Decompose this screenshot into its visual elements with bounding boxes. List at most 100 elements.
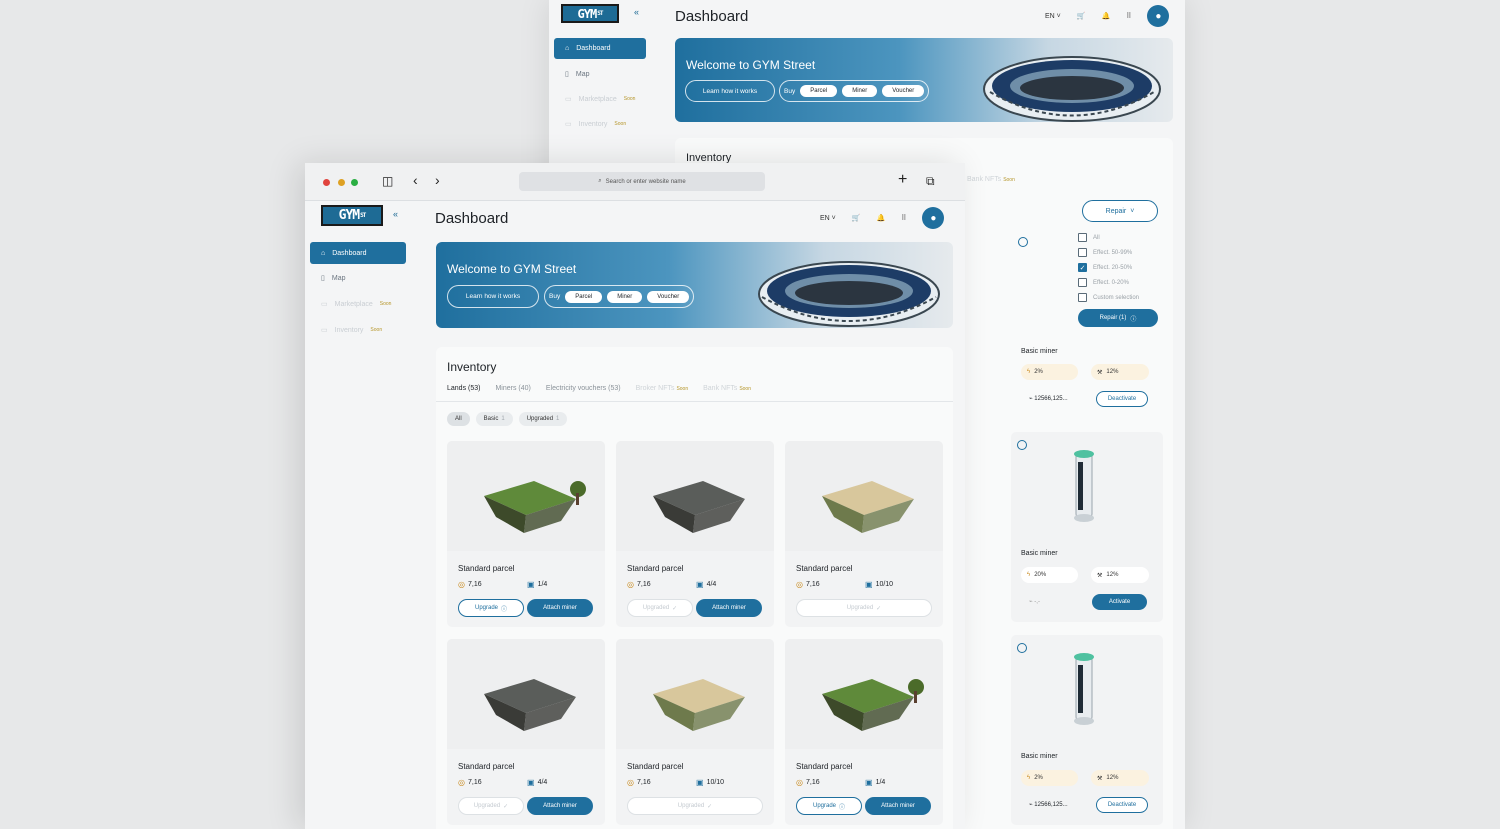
efficiency-value: 12% <box>1106 572 1119 578</box>
language-select[interactable]: EN ˅ <box>1045 13 1061 20</box>
cart-icon[interactable]: 🛒 <box>852 214 861 222</box>
upgrade-button[interactable]: Upgrade ⓘ <box>458 599 524 617</box>
minimize-window-button[interactable] <box>338 179 345 186</box>
upgrade-button[interactable]: Upgrade ⓘ <box>796 797 862 815</box>
location-pin-icon: ◎ <box>458 778 465 787</box>
gym-street-logo[interactable]: GYM ST <box>321 205 383 226</box>
activate-button[interactable]: Activate <box>1092 594 1147 610</box>
parcel-slots-text: 4/4 <box>706 581 717 588</box>
back-arrow-icon[interactable]: ‹ <box>413 172 418 188</box>
miner-name: Basic miner <box>1021 348 1058 355</box>
bell-icon[interactable]: 🔔 <box>1102 12 1111 20</box>
parcel-name: Standard parcel <box>796 762 853 771</box>
cart-icon[interactable]: 🛒 <box>1077 12 1086 20</box>
attach-miner-button[interactable]: Attach miner <box>696 599 762 617</box>
building-icon: ▣ <box>696 580 704 589</box>
learn-how-button[interactable]: Learn how it works <box>685 80 775 102</box>
hashrate: ⌁ 12566,125... <box>1029 801 1068 808</box>
tab-label: Bank NFTs <box>967 176 1002 183</box>
sidebar-item-label: Marketplace <box>578 95 617 103</box>
buy-voucher-button[interactable]: Voucher <box>882 85 925 97</box>
avatar[interactable]: ● <box>1147 5 1170 27</box>
address-bar[interactable]: ⌕ Search or enter website name <box>519 172 765 191</box>
soon-badge: Soon <box>623 96 636 102</box>
check-icon: ✓ <box>876 605 882 612</box>
buy-miner-button[interactable]: Miner <box>842 85 878 97</box>
avatar[interactable]: ● <box>922 207 945 229</box>
address-placeholder: Search or enter website name <box>605 178 686 185</box>
chip-label: Basic <box>483 416 499 422</box>
chevrons-left-icon[interactable]: « <box>393 209 398 219</box>
sidebar-item-dashboard[interactable]: ⌂ Dashboard <box>554 38 646 59</box>
attach-miner-button[interactable]: Attach miner <box>527 797 593 815</box>
info-icon: ⓘ <box>839 804 846 811</box>
maximize-window-button[interactable] <box>351 179 358 186</box>
power-value: 20% <box>1034 572 1047 578</box>
buy-group: Buy Parcel Miner Voucher <box>544 285 695 308</box>
power-value: 2% <box>1034 775 1043 781</box>
sidebar-toggle-icon[interactable]: ◫ <box>382 174 393 188</box>
sidebar-item-marketplace: ▭ Marketplace Soon <box>554 89 646 109</box>
parcel-card: Standard parcel ◎ 7,16 ▣ 4/4 Upgraded ✓ Attach … <box>616 441 774 627</box>
buy-parcel-button[interactable]: Parcel <box>800 85 838 97</box>
chip-upgraded[interactable]: Upgraded 1 <box>518 412 568 426</box>
forward-arrow-icon[interactable]: › <box>435 172 440 188</box>
parcel-filter-chips: All Basic 1 Upgraded 1 <box>447 412 568 426</box>
stadium-illustration <box>758 261 940 327</box>
map-icon: ▯ <box>565 71 569 78</box>
select-radio[interactable] <box>1017 643 1027 653</box>
sidebar-item-inventory: ▭ Inventory Soon <box>310 320 406 340</box>
new-tab-icon[interactable]: + <box>898 171 907 189</box>
inventory-panel: Inventory Lands (53) Miners (40) Electri… <box>436 347 953 829</box>
wrench-icon: ⚒ <box>1097 369 1103 376</box>
chip-basic[interactable]: Basic 1 <box>475 412 513 426</box>
gym-street-logo[interactable]: GYM ST <box>561 4 619 23</box>
tab-electricity-vouchers[interactable]: Electricity vouchers (53) <box>546 385 621 392</box>
select-radio[interactable] <box>1018 237 1028 247</box>
welcome-banner: Welcome to GYM Street Learn how it works… <box>436 242 953 328</box>
sidebar-item-label: Inventory <box>578 120 608 128</box>
select-radio[interactable] <box>1017 440 1027 450</box>
soon-badge: Soon <box>370 327 383 333</box>
attach-miner-button[interactable]: Attach miner <box>865 797 931 815</box>
lightning-icon: ϟ <box>1027 775 1031 781</box>
chip-count: 1 <box>556 416 560 422</box>
banner-title: Welcome to GYM Street <box>686 58 816 72</box>
sidebar-item-map[interactable]: ▯ Map <box>554 64 646 84</box>
parcel-value-text: 7,16 <box>805 581 820 588</box>
apps-grid-icon[interactable]: ⠿ <box>1126 12 1131 20</box>
parcel-slots: ▣ 1/4 <box>527 580 547 589</box>
efficiency-stat: ⚒ 12% <box>1091 770 1149 786</box>
chip-label: All <box>455 416 462 422</box>
language-select[interactable]: EN ˅ <box>820 215 836 222</box>
tab-lands[interactable]: Lands (53) <box>447 385 480 392</box>
learn-how-button[interactable]: Learn how it works <box>447 285 539 308</box>
buy-miner-button[interactable]: Miner <box>607 290 643 303</box>
chip-all[interactable]: All <box>447 412 470 426</box>
sidebar-item-dashboard[interactable]: ⌂ Dashboard <box>310 242 406 264</box>
land-tile-illustration <box>484 481 586 533</box>
parcel-slots: ▣ 10/10 <box>696 778 724 787</box>
power-stat: ϟ 2% <box>1021 770 1078 786</box>
parcel-name: Standard parcel <box>796 564 853 573</box>
page-title: Dashboard <box>435 210 509 227</box>
sidebar-item-label: Map <box>331 274 346 282</box>
buy-voucher-button[interactable]: Voucher <box>647 290 690 303</box>
parcel-value-text: 7,16 <box>467 779 482 786</box>
chevrons-left-icon[interactable]: « <box>634 7 639 17</box>
close-window-button[interactable] <box>323 179 330 186</box>
tabs-overview-icon[interactable]: ⧉ <box>926 174 935 189</box>
deactivate-button[interactable]: Deactivate <box>1096 391 1148 407</box>
box-icon: ▭ <box>565 121 572 128</box>
deactivate-button[interactable]: Deactivate <box>1096 797 1148 813</box>
sidebar-item-label: Inventory <box>334 326 364 334</box>
sidebar-item-map[interactable]: ▯ Map <box>310 268 406 288</box>
apps-grid-icon[interactable]: ⠿ <box>901 214 906 222</box>
parcel-value: ◎ 7,16 <box>627 778 651 787</box>
soon-badge: Soon <box>614 121 627 127</box>
attach-miner-button[interactable]: Attach miner <box>527 599 593 617</box>
wrench-icon: ⚒ <box>1097 572 1103 579</box>
tab-miners[interactable]: Miners (40) <box>495 385 530 392</box>
buy-parcel-button[interactable]: Parcel <box>565 290 603 303</box>
bell-icon[interactable]: 🔔 <box>877 214 886 222</box>
